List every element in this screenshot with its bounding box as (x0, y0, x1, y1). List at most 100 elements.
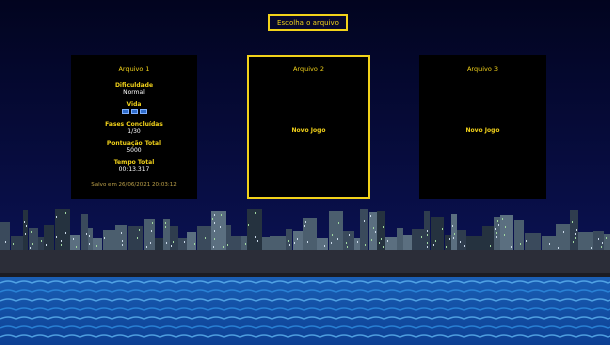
building-window (288, 240, 289, 242)
road-edge (0, 273, 610, 277)
building-window (56, 236, 57, 238)
building-window (104, 237, 105, 239)
building-window (453, 237, 454, 239)
building-window (205, 237, 206, 239)
building-window (89, 235, 90, 237)
score-label: Pontuação Total (106, 140, 162, 147)
building-window (173, 241, 174, 243)
building-window (289, 244, 290, 246)
building (144, 219, 155, 250)
building (431, 217, 444, 250)
building-window (606, 237, 607, 239)
building-window (245, 243, 246, 245)
building-window (371, 239, 372, 241)
building-window (184, 241, 185, 243)
building-window (365, 244, 366, 246)
building-window (24, 221, 25, 223)
building-window (601, 246, 602, 248)
score-value: 5000 (126, 147, 142, 154)
building-window (427, 246, 428, 248)
building-window (576, 229, 577, 231)
building-window (505, 226, 506, 228)
building-window (452, 225, 453, 227)
building (466, 236, 482, 250)
building-window (446, 246, 447, 248)
building-window (121, 232, 122, 234)
building-window (214, 238, 215, 240)
building-window (563, 231, 564, 233)
building-window (65, 232, 66, 234)
building-window (214, 214, 215, 216)
building-window (504, 234, 505, 236)
building-window (122, 240, 123, 242)
building-window (496, 232, 497, 234)
building-window (86, 233, 87, 235)
building-window (449, 238, 450, 240)
building (412, 229, 424, 250)
building-window (381, 238, 382, 240)
building-window (227, 244, 228, 246)
building (270, 236, 286, 250)
building-window (373, 227, 374, 229)
save-slot-1[interactable]: Arquivo 1 Dificuldade Normal Vida Fases … (71, 55, 197, 199)
building-window (357, 241, 358, 243)
phases-value: 1/30 (127, 128, 141, 135)
building (11, 236, 23, 250)
building-window (305, 221, 306, 223)
building-window (65, 212, 66, 214)
building-window (76, 246, 77, 248)
building-window (171, 245, 172, 247)
building (44, 225, 54, 250)
building (115, 225, 127, 250)
building-window (572, 221, 573, 223)
building-window (349, 234, 350, 236)
building-window (294, 242, 295, 244)
building-window (575, 233, 576, 235)
building-window (151, 230, 152, 232)
building (451, 214, 457, 250)
building-window (152, 222, 153, 224)
building-window (421, 236, 422, 238)
building-window (460, 241, 461, 243)
heart-icon (130, 109, 138, 114)
building (403, 235, 412, 250)
building (103, 230, 115, 250)
building-window (248, 224, 249, 226)
building (604, 234, 610, 250)
building-window (338, 222, 339, 224)
building-window (591, 247, 592, 249)
building (514, 220, 524, 250)
building (578, 232, 593, 250)
building (377, 211, 385, 250)
building-window (307, 241, 308, 243)
time-value: 00:13.317 (118, 166, 150, 173)
save-slot-2[interactable]: Arquivo 2 Novo Jogo (247, 55, 370, 199)
building-window (435, 240, 436, 242)
building-window (427, 230, 428, 232)
building-window (490, 245, 491, 247)
building-window (495, 228, 496, 230)
building-window (122, 244, 123, 246)
building (231, 236, 241, 250)
building (128, 226, 143, 250)
building (293, 231, 303, 250)
building (556, 224, 570, 250)
building (163, 219, 170, 250)
building-window (61, 240, 62, 242)
building (70, 235, 80, 250)
save-slot-3[interactable]: Arquivo 3 Novo Jogo (419, 55, 546, 199)
building (343, 231, 354, 250)
building (397, 228, 403, 250)
building-window (433, 244, 434, 246)
building (385, 237, 397, 250)
time-label: Tempo Total (113, 159, 155, 166)
building-window (332, 234, 333, 236)
building (262, 237, 270, 250)
building (0, 222, 10, 250)
building-window (214, 222, 215, 224)
saved-date: Salvo em 26/06/2021 20:03:12 (91, 182, 177, 188)
building-window (297, 238, 298, 240)
building-window (56, 216, 57, 218)
building-window (464, 245, 465, 247)
building (217, 211, 226, 250)
